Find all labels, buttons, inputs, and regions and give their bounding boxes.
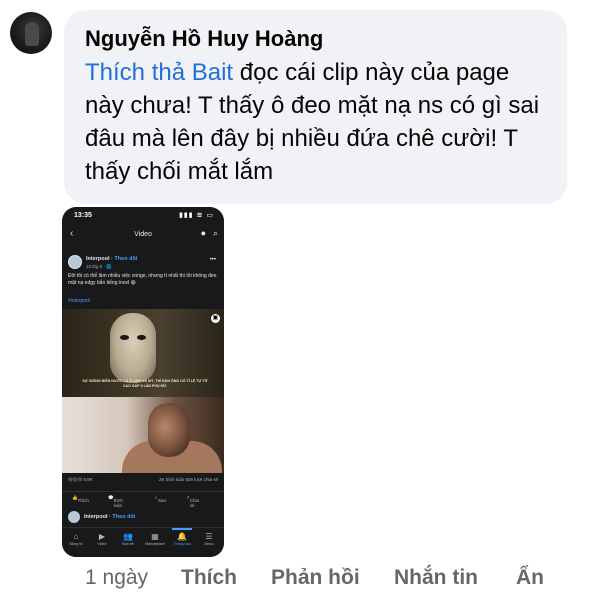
- video-subtitle: SỰ GIỐNG BIẾN NƯỚC LÀ Ở ANH VÀ MÝ, THỈ Đ…: [82, 379, 208, 388]
- like-button[interactable]: Thích: [181, 566, 237, 590]
- tab-friends: 👥 Bạn bè: [116, 532, 140, 547]
- bell-icon: 🔔: [177, 532, 187, 541]
- video-frame-mask: ▣ SỰ GIỐNG BIẾN NƯỚC LÀ Ở ANH VÀ MÝ, THỈ…: [62, 309, 224, 397]
- home-icon: ⌂: [73, 532, 79, 541]
- comment-mention[interactable]: Thích thả Bait: [85, 59, 233, 86]
- comment-text: Thích thả Bait đọc cái clip này của page…: [85, 56, 550, 188]
- video-icon: ▶: [98, 532, 106, 541]
- action-star: ☆ Sao: [154, 495, 167, 503]
- mask-eye-left: [120, 335, 129, 340]
- next-post-avatar: [68, 511, 80, 523]
- hide-button[interactable]: Ẩn: [516, 566, 544, 590]
- man-head: [148, 403, 190, 457]
- tab-menu: ☰ Menu: [197, 532, 221, 547]
- tab-video: ▶ Video: [90, 532, 114, 547]
- reel-icon: ▣: [211, 314, 220, 323]
- message-button[interactable]: Nhắn tin: [394, 566, 478, 590]
- comment-author[interactable]: Nguyễn Hồ Huy Hoàng: [85, 26, 323, 52]
- commenter-avatar[interactable]: [10, 12, 52, 54]
- comment-timestamp[interactable]: 1 ngày: [85, 566, 148, 590]
- reaction-count: 😆😮😢 9,9K: [68, 477, 93, 482]
- avatar-figure: [25, 22, 39, 46]
- next-post-page-line: Interpool · Theo dõi: [84, 514, 136, 520]
- next-post-page-name: Interpool: [84, 514, 108, 520]
- video-header: ‹ Video ● ⌕: [62, 225, 224, 245]
- comment-share-count: 2K bình luận 826 lượt chia sẻ: [158, 477, 218, 482]
- reply-button[interactable]: Phản hồi: [271, 566, 360, 590]
- tab-notifications: 🔔 Thông báo: [170, 528, 194, 547]
- post-follow-link: Theo dõi: [114, 256, 138, 262]
- action-comment: 💬 Bình luận: [108, 495, 123, 508]
- bottom-tab-bar: ⌂ Bảng tin ▶ Video 👥 Bạn bè ▦ Marketplace 🔔 T…: [62, 527, 224, 557]
- status-icons: ▮▮▮ ≋ ▭: [179, 212, 214, 219]
- post-text: Đôi tôi có thể làm nhiều việc cringe, nh…: [68, 273, 217, 286]
- profile-icon: ●: [200, 228, 206, 238]
- more-dots-icon: •••: [209, 257, 216, 263]
- tab-home: ⌂ Bảng tin: [64, 532, 88, 547]
- comment-actions: 1 ngày Thích Phản hồi Nhắn tin Ẩn: [0, 566, 596, 592]
- post-actions: 👍 Thích 💬 Bình luận ☆ Sao ↗ Chia sẻ: [62, 491, 224, 508]
- next-post-follow: Theo dõi: [112, 514, 136, 520]
- status-time: 13:35: [74, 212, 92, 219]
- action-like: 👍 Thích: [72, 495, 89, 503]
- marketplace-icon: ▦: [151, 532, 159, 541]
- friends-icon: 👥: [123, 532, 133, 541]
- status-bar: 13:35 ▮▮▮ ≋ ▭: [62, 207, 224, 223]
- post-hashtag: #interpool: [68, 298, 90, 304]
- tab-marketplace: ▦ Marketplace: [143, 532, 167, 547]
- action-share: ↗ Chia sẻ: [186, 495, 200, 508]
- menu-icon: ☰: [205, 532, 213, 541]
- post-date: 23 thg 8 · 🌐: [86, 264, 112, 269]
- mask-face: [110, 313, 156, 383]
- post-page-name: Interpool: [86, 256, 110, 262]
- post-page-line: Interpool · Theo dõi: [86, 256, 138, 262]
- post-page-avatar: [68, 255, 82, 269]
- attached-screenshot[interactable]: 13:35 ▮▮▮ ≋ ▭ ‹ Video ● ⌕ Interpool · Th…: [62, 207, 224, 557]
- mask-eye-right: [137, 335, 146, 340]
- search-icon: ⌕: [212, 228, 218, 238]
- video-frame-man: [62, 397, 224, 473]
